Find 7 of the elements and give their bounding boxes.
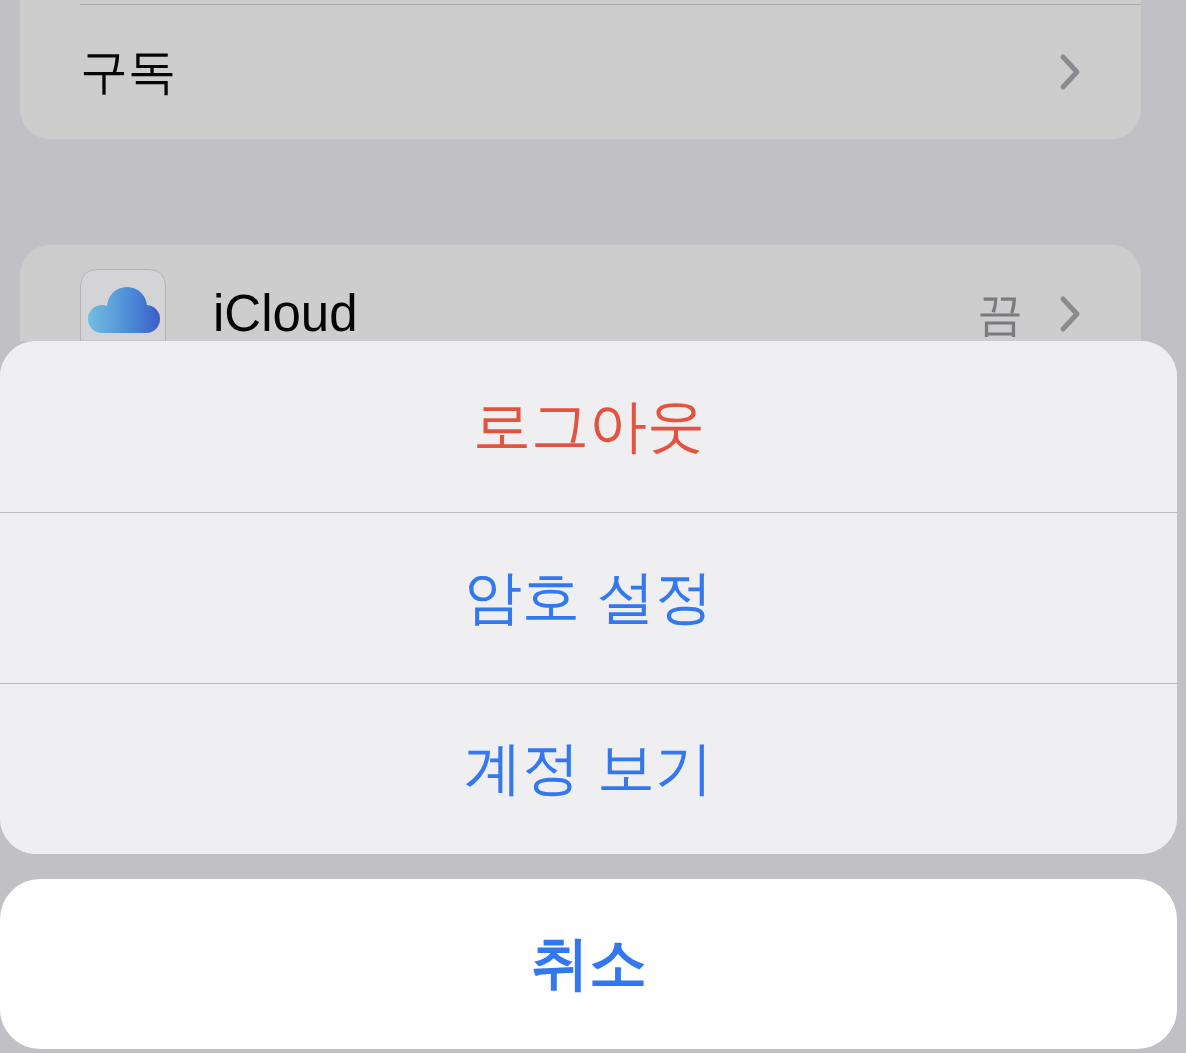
row-label[interactable]: 구독: [80, 44, 1059, 100]
chevron-icon: [1059, 53, 1081, 91]
row-label[interactable]: iCloud: [213, 287, 977, 341]
cancel-button[interactable]: 취소: [0, 879, 1177, 1049]
row-value: 끔: [977, 287, 1023, 341]
chevron-icon: [1059, 295, 1081, 333]
action-button[interactable]: 계정 보기: [0, 683, 1177, 854]
